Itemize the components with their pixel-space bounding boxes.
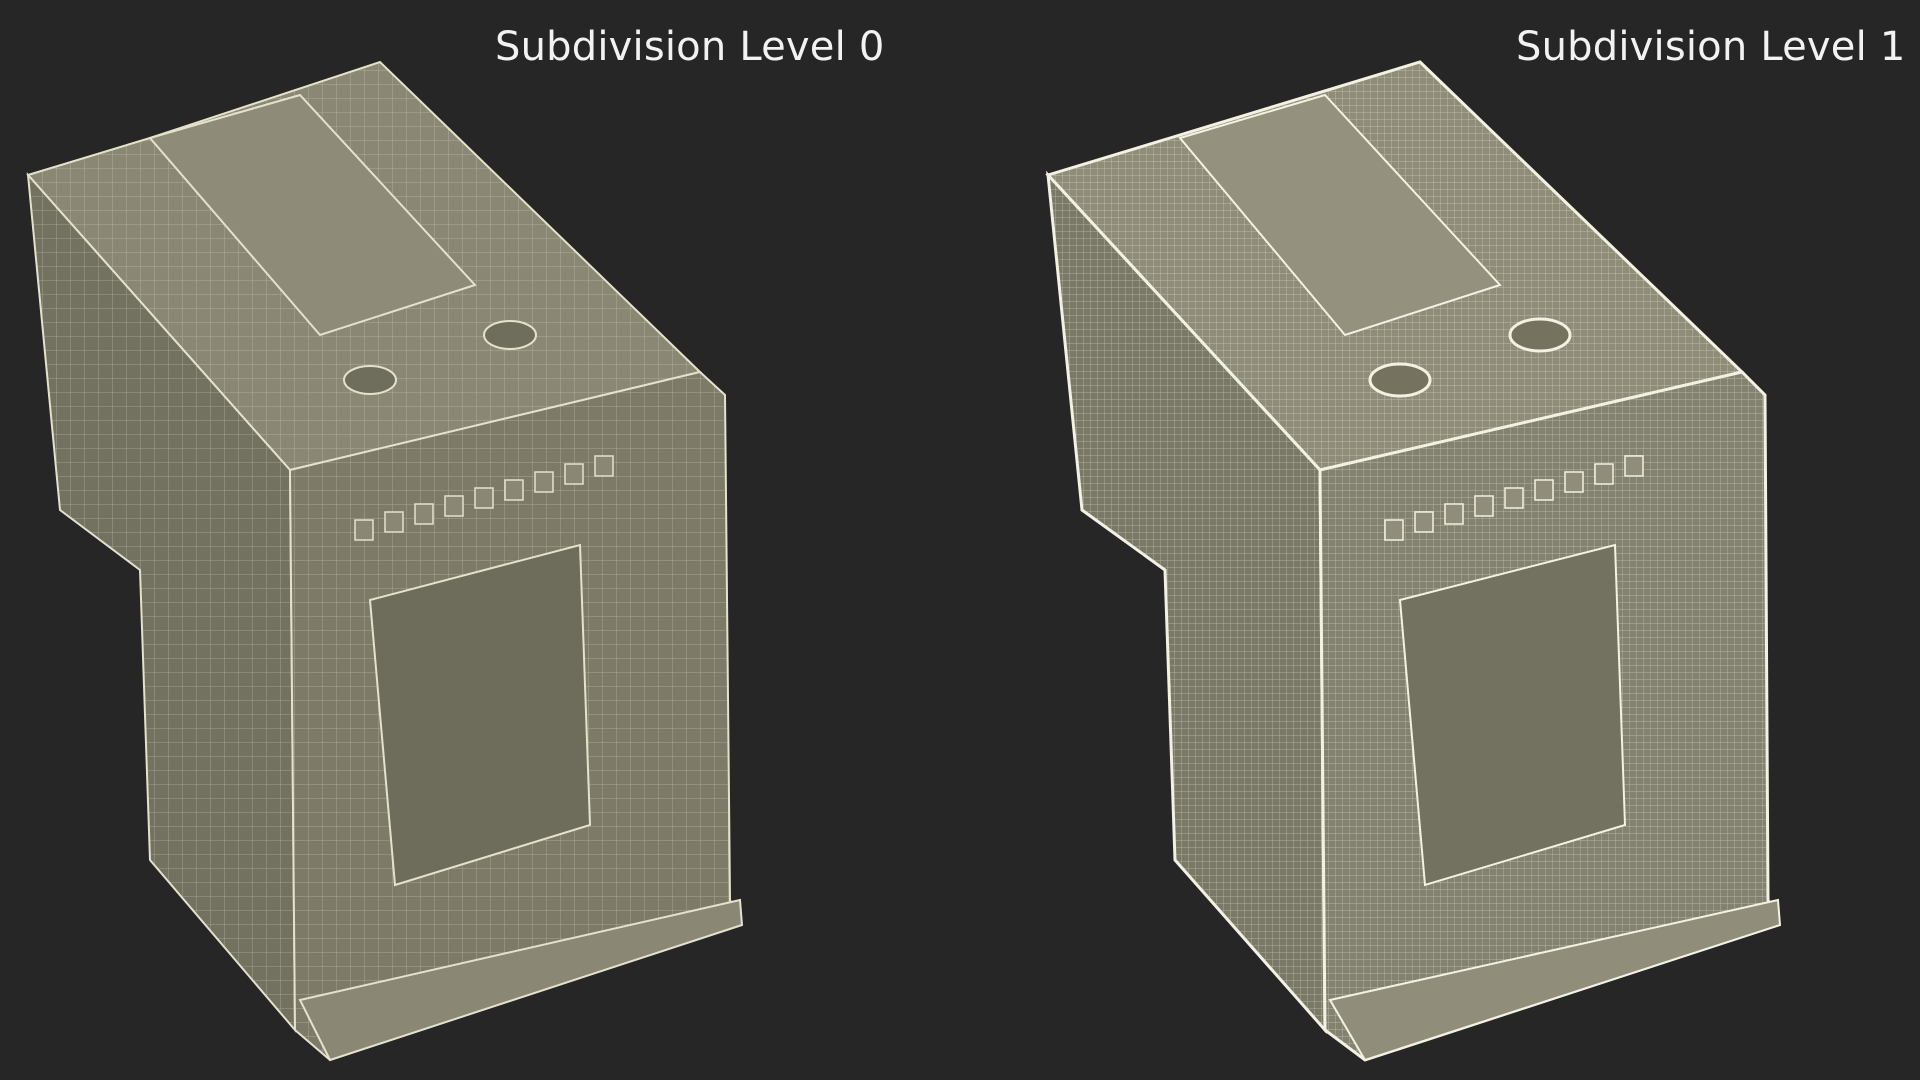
top-hole-1: [1368, 362, 1432, 398]
top-hole-2: [483, 320, 537, 350]
cartridge-level-0: [0, 0, 960, 1080]
cartridge-level-1: [1020, 0, 1920, 1080]
contact-pad: [1398, 543, 1627, 887]
top-hole-2: [1508, 317, 1572, 353]
viewport: Subdivision Level 0 Subdivision Level 1: [0, 0, 1920, 1080]
contact-pad: [368, 543, 592, 887]
top-hole-1: [343, 365, 397, 395]
